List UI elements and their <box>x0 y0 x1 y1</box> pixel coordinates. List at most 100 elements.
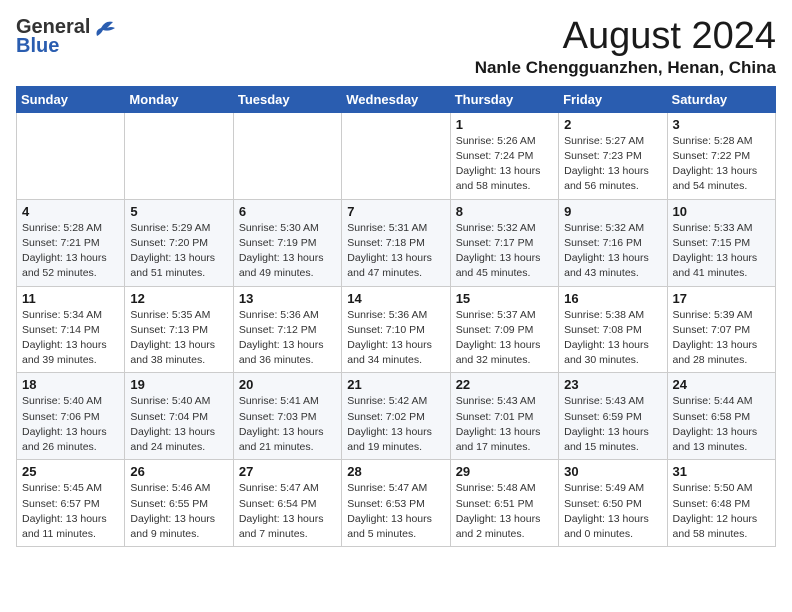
calendar-cell: 15 Sunrise: 5:37 AMSunset: 7:09 PMDayligh… <box>450 286 558 373</box>
day-number: 29 <box>456 464 553 479</box>
day-number: 19 <box>130 377 227 392</box>
calendar-cell: 10 Sunrise: 5:33 AMSunset: 7:15 PMDayligh… <box>667 199 775 286</box>
calendar-cell <box>125 112 233 199</box>
weekday-header: Friday <box>559 86 667 112</box>
calendar-cell: 14Sunrise: 5:36 AMSunset: 7:10 PMDayligh… <box>342 286 450 373</box>
calendar-week-row: 18 Sunrise: 5:40 AMSunset: 7:06 PMDayligh… <box>17 373 776 460</box>
logo: General Blue <box>16 16 115 58</box>
day-number: 30 <box>564 464 661 479</box>
calendar-cell: 8Sunrise: 5:32 AMSunset: 7:17 PMDaylight… <box>450 199 558 286</box>
calendar-cell: 6Sunrise: 5:30 AMSunset: 7:19 PMDaylight… <box>233 199 341 286</box>
weekday-header: Monday <box>125 86 233 112</box>
day-info: Sunrise: 5:39 AMSunset: 7:07 PMDaylight:… <box>673 308 770 369</box>
calendar-cell: 13 Sunrise: 5:36 AMSunset: 7:12 PMDayligh… <box>233 286 341 373</box>
calendar-cell: 21 Sunrise: 5:42 AMSunset: 7:02 PMDayligh… <box>342 373 450 460</box>
weekday-header: Saturday <box>667 86 775 112</box>
day-number: 9 <box>564 204 661 219</box>
day-info: Sunrise: 5:28 AMSunset: 7:22 PMDaylight:… <box>673 134 770 195</box>
calendar-cell: 11 Sunrise: 5:34 AMSunset: 7:14 PMDayligh… <box>17 286 125 373</box>
day-info: Sunrise: 5:49 AMSunset: 6:50 PMDaylight:… <box>564 481 661 542</box>
day-number: 15 <box>456 291 553 306</box>
weekday-header: Wednesday <box>342 86 450 112</box>
day-number: 3 <box>673 117 770 132</box>
day-number: 22 <box>456 377 553 392</box>
weekday-header: Thursday <box>450 86 558 112</box>
day-number: 14 <box>347 291 444 306</box>
calendar-cell: 29 Sunrise: 5:48 AMSunset: 6:51 PMDayligh… <box>450 460 558 547</box>
calendar-cell: 1 Sunrise: 5:26 AMSunset: 7:24 PMDaylight… <box>450 112 558 199</box>
calendar-cell: 12 Sunrise: 5:35 AMSunset: 7:13 PMDayligh… <box>125 286 233 373</box>
day-number: 5 <box>130 204 227 219</box>
day-info: Sunrise: 5:27 AMSunset: 7:23 PMDaylight:… <box>564 134 661 195</box>
calendar: SundayMondayTuesdayWednesdayThursdayFrid… <box>16 86 776 547</box>
day-info: Sunrise: 5:34 AMSunset: 7:14 PMDaylight:… <box>22 308 119 369</box>
day-number: 10 <box>673 204 770 219</box>
logo-blue-text: Blue <box>16 35 59 58</box>
day-number: 23 <box>564 377 661 392</box>
day-info: Sunrise: 5:47 AMSunset: 6:54 PMDaylight:… <box>239 481 336 542</box>
calendar-cell: 17 Sunrise: 5:39 AMSunset: 7:07 PMDayligh… <box>667 286 775 373</box>
day-info: Sunrise: 5:32 AMSunset: 7:16 PMDaylight:… <box>564 221 661 282</box>
day-number: 7 <box>347 204 444 219</box>
day-info: Sunrise: 5:32 AMSunset: 7:17 PMDaylight:… <box>456 221 553 282</box>
day-number: 21 <box>347 377 444 392</box>
calendar-cell: 30 Sunrise: 5:49 AMSunset: 6:50 PMDayligh… <box>559 460 667 547</box>
day-number: 25 <box>22 464 119 479</box>
calendar-cell: 31 Sunrise: 5:50 AMSunset: 6:48 PMDayligh… <box>667 460 775 547</box>
calendar-cell: 2 Sunrise: 5:27 AMSunset: 7:23 PMDaylight… <box>559 112 667 199</box>
day-info: Sunrise: 5:37 AMSunset: 7:09 PMDaylight:… <box>456 308 553 369</box>
day-number: 11 <box>22 291 119 306</box>
calendar-cell <box>17 112 125 199</box>
day-info: Sunrise: 5:29 AMSunset: 7:20 PMDaylight:… <box>130 221 227 282</box>
calendar-cell: 25 Sunrise: 5:45 AMSunset: 6:57 PMDayligh… <box>17 460 125 547</box>
calendar-cell: 23 Sunrise: 5:43 AMSunset: 6:59 PMDayligh… <box>559 373 667 460</box>
day-number: 4 <box>22 204 119 219</box>
calendar-week-row: 1 Sunrise: 5:26 AMSunset: 7:24 PMDaylight… <box>17 112 776 199</box>
day-info: Sunrise: 5:33 AMSunset: 7:15 PMDaylight:… <box>673 221 770 282</box>
day-info: Sunrise: 5:42 AMSunset: 7:02 PMDaylight:… <box>347 394 444 455</box>
calendar-cell: 26Sunrise: 5:46 AMSunset: 6:55 PMDayligh… <box>125 460 233 547</box>
day-info: Sunrise: 5:36 AMSunset: 7:12 PMDaylight:… <box>239 308 336 369</box>
calendar-cell: 24Sunrise: 5:44 AMSunset: 6:58 PMDayligh… <box>667 373 775 460</box>
day-number: 2 <box>564 117 661 132</box>
day-info: Sunrise: 5:31 AMSunset: 7:18 PMDaylight:… <box>347 221 444 282</box>
day-info: Sunrise: 5:50 AMSunset: 6:48 PMDaylight:… <box>673 481 770 542</box>
day-number: 17 <box>673 291 770 306</box>
calendar-cell <box>342 112 450 199</box>
day-info: Sunrise: 5:38 AMSunset: 7:08 PMDaylight:… <box>564 308 661 369</box>
day-info: Sunrise: 5:44 AMSunset: 6:58 PMDaylight:… <box>673 394 770 455</box>
day-number: 18 <box>22 377 119 392</box>
day-number: 12 <box>130 291 227 306</box>
title-block: August 2024 Nanle Chengguanzhen, Henan, … <box>475 16 776 78</box>
day-info: Sunrise: 5:35 AMSunset: 7:13 PMDaylight:… <box>130 308 227 369</box>
calendar-cell: 18 Sunrise: 5:40 AMSunset: 7:06 PMDayligh… <box>17 373 125 460</box>
day-info: Sunrise: 5:40 AMSunset: 7:04 PMDaylight:… <box>130 394 227 455</box>
day-info: Sunrise: 5:48 AMSunset: 6:51 PMDaylight:… <box>456 481 553 542</box>
day-info: Sunrise: 5:40 AMSunset: 7:06 PMDaylight:… <box>22 394 119 455</box>
day-info: Sunrise: 5:30 AMSunset: 7:19 PMDaylight:… <box>239 221 336 282</box>
header: General Blue August 2024 Nanle Chengguan… <box>16 16 776 78</box>
weekday-header: Sunday <box>17 86 125 112</box>
day-info: Sunrise: 5:45 AMSunset: 6:57 PMDaylight:… <box>22 481 119 542</box>
calendar-cell: 9 Sunrise: 5:32 AMSunset: 7:16 PMDaylight… <box>559 199 667 286</box>
day-number: 27 <box>239 464 336 479</box>
calendar-cell: 22Sunrise: 5:43 AMSunset: 7:01 PMDayligh… <box>450 373 558 460</box>
location-title: Nanle Chengguanzhen, Henan, China <box>475 58 776 78</box>
calendar-cell: 28Sunrise: 5:47 AMSunset: 6:53 PMDayligh… <box>342 460 450 547</box>
day-info: Sunrise: 5:41 AMSunset: 7:03 PMDaylight:… <box>239 394 336 455</box>
day-number: 31 <box>673 464 770 479</box>
day-number: 16 <box>564 291 661 306</box>
day-info: Sunrise: 5:28 AMSunset: 7:21 PMDaylight:… <box>22 221 119 282</box>
day-info: Sunrise: 5:26 AMSunset: 7:24 PMDaylight:… <box>456 134 553 195</box>
calendar-cell: 19 Sunrise: 5:40 AMSunset: 7:04 PMDayligh… <box>125 373 233 460</box>
day-info: Sunrise: 5:46 AMSunset: 6:55 PMDaylight:… <box>130 481 227 542</box>
day-info: Sunrise: 5:47 AMSunset: 6:53 PMDaylight:… <box>347 481 444 542</box>
day-number: 1 <box>456 117 553 132</box>
day-info: Sunrise: 5:43 AMSunset: 6:59 PMDaylight:… <box>564 394 661 455</box>
calendar-cell: 4 Sunrise: 5:28 AMSunset: 7:21 PMDaylight… <box>17 199 125 286</box>
month-title: August 2024 <box>475 16 776 58</box>
logo-bird-icon <box>93 20 115 36</box>
day-number: 13 <box>239 291 336 306</box>
calendar-cell: 20Sunrise: 5:41 AMSunset: 7:03 PMDayligh… <box>233 373 341 460</box>
calendar-cell: 3 Sunrise: 5:28 AMSunset: 7:22 PMDaylight… <box>667 112 775 199</box>
